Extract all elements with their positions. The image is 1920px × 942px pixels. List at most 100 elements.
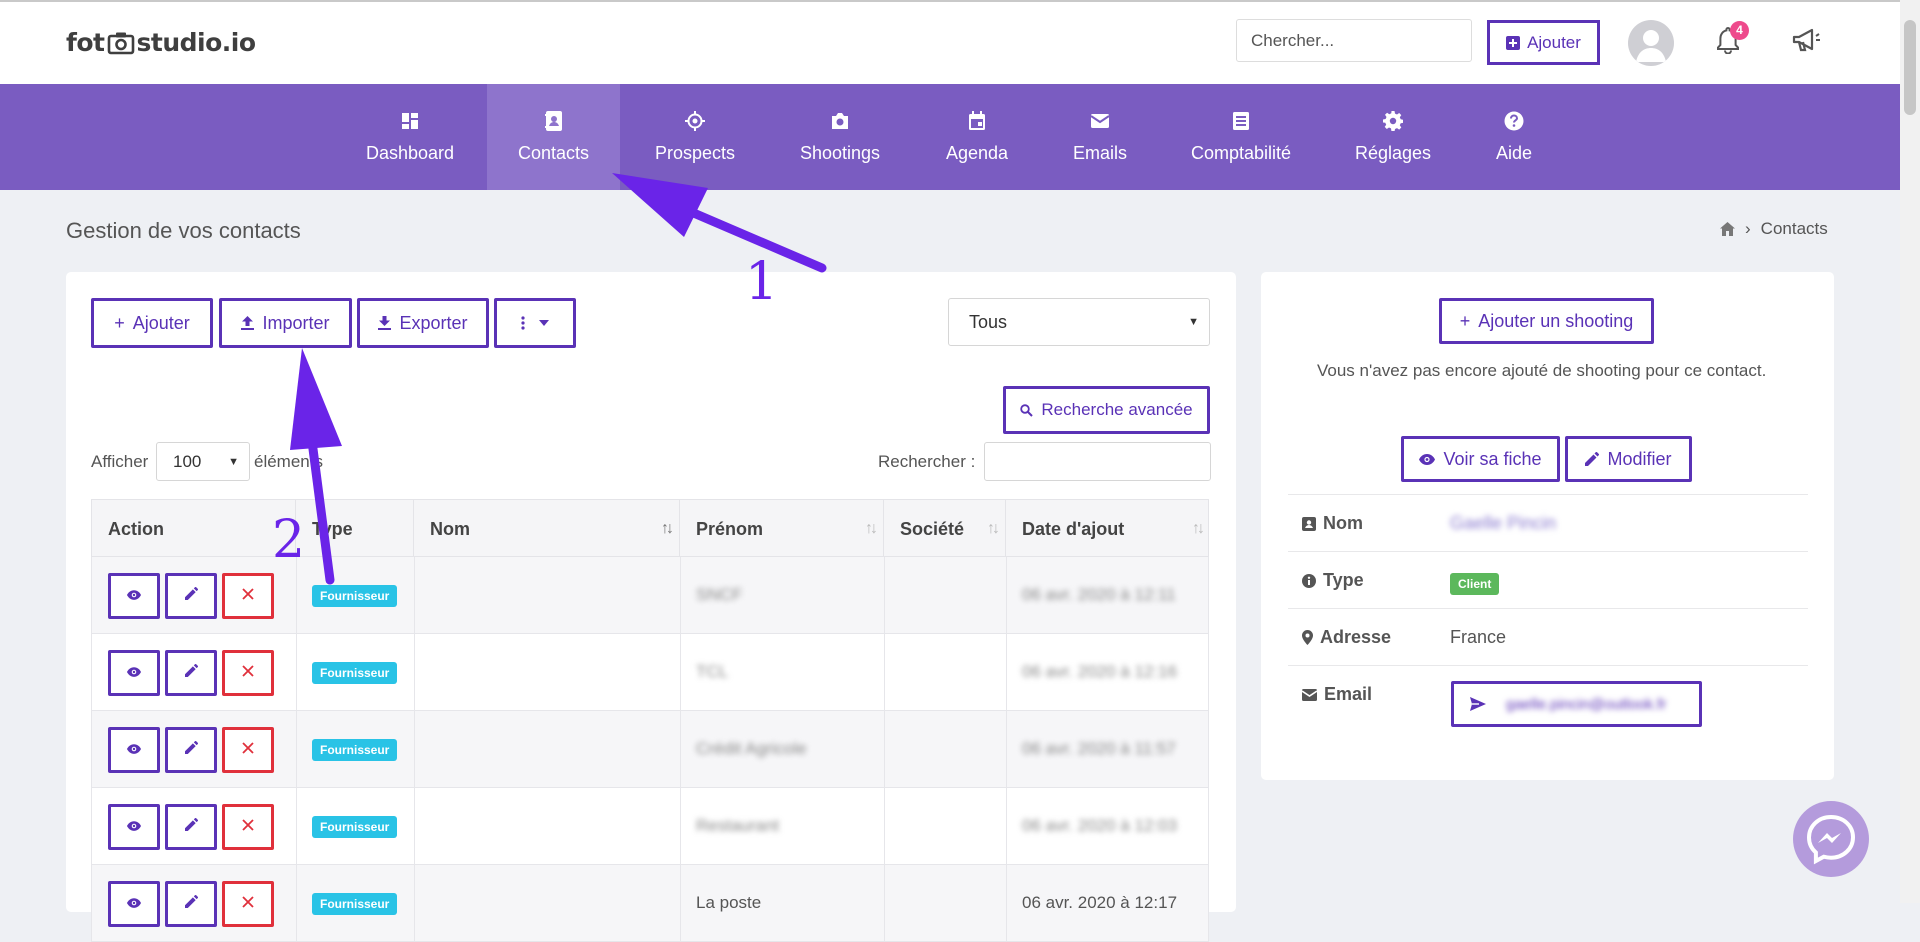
camera-icon bbox=[832, 112, 848, 129]
megaphone-icon[interactable] bbox=[1791, 27, 1821, 53]
add-button-header[interactable]: Ajouter bbox=[1487, 20, 1600, 65]
nav-item-aide[interactable]: Aide bbox=[1491, 84, 1537, 190]
close-icon bbox=[242, 741, 254, 759]
pencil-icon bbox=[184, 741, 198, 759]
advanced-search-label: Recherche avancée bbox=[1041, 400, 1193, 419]
logo-text-right: studio.io bbox=[136, 28, 257, 57]
view-row-button[interactable] bbox=[108, 881, 160, 927]
view-row-button[interactable] bbox=[108, 727, 160, 773]
email-value: gaelle.pincin@outlook.fr bbox=[1506, 695, 1667, 713]
nav-item-contacts[interactable]: Contacts bbox=[487, 84, 620, 190]
view-row-button[interactable] bbox=[108, 804, 160, 850]
table-row[interactable]: Fournisseur SNCF 06 avr. 2020 à 12:11 bbox=[91, 557, 1209, 634]
add-shooting-label: Ajouter un shooting bbox=[1478, 310, 1634, 331]
nav-item-agenda[interactable]: Agenda bbox=[937, 84, 1017, 190]
view-sheet-label: Voir sa fiche bbox=[1443, 448, 1542, 469]
edit-row-button[interactable] bbox=[165, 727, 217, 773]
messenger-chat-button[interactable] bbox=[1793, 801, 1869, 877]
home-icon[interactable] bbox=[1720, 222, 1735, 236]
type-filter-value: Tous bbox=[969, 311, 1008, 332]
column-header-type[interactable]: Type bbox=[296, 500, 414, 558]
pencil-icon bbox=[184, 664, 198, 682]
type-badge: Fournisseur bbox=[312, 662, 398, 684]
pencil-icon bbox=[184, 895, 198, 913]
envelope-icon bbox=[1302, 688, 1317, 701]
scrollbar-thumb[interactable] bbox=[1904, 20, 1916, 115]
edit-row-button[interactable] bbox=[165, 573, 217, 619]
column-header-societe[interactable]: Société ↑↓ bbox=[884, 500, 1006, 558]
close-icon bbox=[242, 895, 254, 913]
add-shooting-button[interactable]: + Ajouter un shooting bbox=[1439, 298, 1654, 344]
plus-square-icon bbox=[1506, 35, 1521, 50]
delete-row-button[interactable] bbox=[222, 881, 274, 927]
user-avatar[interactable] bbox=[1628, 20, 1674, 66]
nav-item-prospects[interactable]: Prospects bbox=[645, 84, 745, 190]
table-row[interactable]: Fournisseur Crédit Agricole 06 avr. 2020 à… bbox=[91, 711, 1209, 788]
type-badge: Fournisseur bbox=[312, 739, 398, 761]
global-search-input[interactable] bbox=[1236, 19, 1472, 62]
table-search-label: Rechercher : bbox=[878, 452, 976, 471]
advanced-search-button[interactable]: Recherche avancée bbox=[1003, 386, 1210, 434]
more-actions-dropdown[interactable] bbox=[494, 298, 576, 348]
view-sheet-button[interactable]: Voir sa fiche bbox=[1401, 436, 1560, 482]
edit-row-button[interactable] bbox=[165, 881, 217, 927]
nav-item-dashboard[interactable]: Dashboard bbox=[352, 84, 468, 190]
sort-icon: ↑↓ bbox=[987, 520, 1000, 537]
table-search-input[interactable] bbox=[984, 442, 1211, 481]
export-label: Exporter bbox=[399, 312, 468, 333]
delete-row-button[interactable] bbox=[222, 573, 274, 619]
edit-contact-button[interactable]: Modifier bbox=[1565, 436, 1692, 482]
type-filter-select[interactable]: Tous ▼ bbox=[948, 298, 1210, 346]
crosshair-icon bbox=[685, 110, 705, 131]
caret-down-icon: ▼ bbox=[1188, 316, 1199, 328]
id-card-icon bbox=[1302, 516, 1316, 531]
delete-row-button[interactable] bbox=[222, 727, 274, 773]
nav-label: Emails bbox=[1072, 142, 1127, 163]
nav-item-reglages[interactable]: Réglages bbox=[1350, 84, 1436, 190]
breadcrumb-current: Contacts bbox=[1760, 219, 1828, 238]
plus-icon: + bbox=[114, 312, 125, 333]
edit-row-button[interactable] bbox=[165, 650, 217, 696]
column-header-date[interactable]: Date d'ajout ↑↓ bbox=[1006, 500, 1210, 558]
vertical-dots-icon bbox=[521, 316, 525, 330]
edit-row-button[interactable] bbox=[165, 804, 217, 850]
send-email-button[interactable]: gaelle.pincin@outlook.fr bbox=[1451, 681, 1702, 727]
nav-item-shootings[interactable]: Shootings bbox=[792, 84, 888, 190]
send-icon bbox=[1470, 697, 1486, 711]
messenger-icon bbox=[1806, 814, 1856, 865]
contact-card-icon bbox=[544, 110, 562, 131]
envelope-icon bbox=[1090, 113, 1110, 128]
view-row-button[interactable] bbox=[108, 573, 160, 619]
table-row[interactable]: Fournisseur La poste 06 avr. 2020 à 12:17 bbox=[91, 865, 1209, 942]
add-contact-button[interactable]: + Ajouter bbox=[91, 298, 213, 348]
sort-icon: ↑↓ bbox=[865, 520, 878, 537]
nav-label: Contacts bbox=[517, 142, 590, 163]
nav-item-comptabilite[interactable]: Comptabilité bbox=[1186, 84, 1296, 190]
add-contact-label: Ajouter bbox=[132, 312, 190, 333]
nav-label: Comptabilité bbox=[1190, 142, 1292, 163]
prenom-cell: SNCF bbox=[696, 585, 743, 604]
import-button[interactable]: Importer bbox=[219, 298, 352, 348]
no-shooting-message: Vous n'avez pas encore ajouté de shootin… bbox=[1317, 361, 1767, 380]
page-scrollbar[interactable] bbox=[1900, 0, 1920, 903]
page-size-select[interactable]: 100 ▼ bbox=[156, 442, 250, 481]
table-row[interactable]: Fournisseur TCL 06 avr. 2020 à 12:16 bbox=[91, 634, 1209, 711]
view-row-button[interactable] bbox=[108, 650, 160, 696]
delete-row-button[interactable] bbox=[222, 650, 274, 696]
column-header-prenom[interactable]: Prénom ↑↓ bbox=[680, 500, 884, 558]
caret-down-icon bbox=[539, 320, 549, 326]
prenom-cell: TCL bbox=[696, 662, 729, 681]
help-icon bbox=[1504, 111, 1524, 130]
type-badge: Fournisseur bbox=[312, 816, 398, 838]
delete-row-button[interactable] bbox=[222, 804, 274, 850]
export-button[interactable]: Exporter bbox=[357, 298, 489, 348]
eye-icon bbox=[127, 741, 141, 759]
table-row[interactable]: Fournisseur Restaurant 06 avr. 2020 à 12:0… bbox=[91, 788, 1209, 865]
nav-label: Aide bbox=[1495, 142, 1533, 163]
nav-label: Réglages bbox=[1354, 142, 1432, 163]
app-logo[interactable]: fot studio.io bbox=[66, 28, 256, 57]
column-header-nom[interactable]: Nom ↑↓ bbox=[414, 500, 680, 558]
detail-row-adresse: Adresse France bbox=[1288, 608, 1808, 665]
nav-item-emails[interactable]: Emails bbox=[1065, 84, 1135, 190]
elements-label: éléments bbox=[254, 452, 323, 471]
